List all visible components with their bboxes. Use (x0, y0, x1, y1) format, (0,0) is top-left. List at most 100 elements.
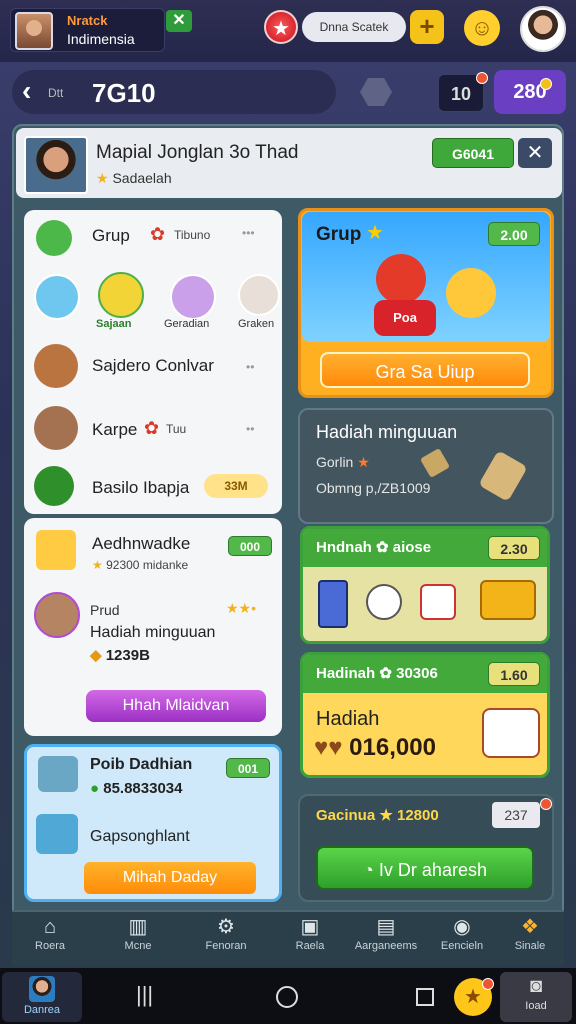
stars-icon: ★★• (226, 600, 257, 616)
hearts-icon: ♥♥ (314, 734, 343, 761)
emoji-icon[interactable]: ☺ (464, 10, 500, 46)
coins-button[interactable]: 280 (494, 70, 566, 114)
profile-mini-button[interactable]: Danrea (2, 972, 82, 1022)
trophy-icon (36, 530, 76, 570)
bonus-button[interactable]: ◔ Iv Dr aharesh (316, 846, 534, 890)
header-subtitle: ★ Sadaelah (96, 170, 172, 186)
avatar-geradian[interactable] (170, 274, 216, 320)
star-icon: ★ (92, 558, 103, 572)
gem-icon: ◆ (90, 647, 102, 664)
recent-apps-icon[interactable]: ||| (136, 982, 153, 1008)
coin-icon (540, 78, 552, 90)
profile-region: Indimensia (67, 31, 135, 47)
star-icon: ★ (357, 454, 370, 470)
prize-button[interactable]: Mihah Daday (84, 862, 256, 894)
avatar-label-1: Sajaan (96, 318, 132, 330)
chest-icon (38, 756, 78, 792)
level-value: 7G10 (92, 78, 156, 108)
player-name-3: Basilo Ibapja (92, 478, 190, 497)
tab-aarganeems[interactable]: ▤ Aarganeems (346, 914, 426, 964)
prize-text: Gapsonghlant (90, 828, 190, 845)
back-arrow-icon[interactable]: ‹ (22, 76, 31, 106)
chart-icon: ▣ (300, 916, 320, 938)
header-title: Mapial Jonglan 3o Thad (96, 142, 299, 163)
close-button[interactable]: ✕ (518, 138, 552, 168)
weekly-line-2: Obmng p,/ZB1009 (316, 480, 431, 496)
player-tag-2: Tuu (166, 422, 187, 436)
star-badge-icon[interactable]: ★ (264, 10, 298, 44)
group-icon (36, 220, 72, 256)
phone-icon (318, 580, 348, 628)
flower-icon: ✿ (144, 418, 160, 438)
prize-amount: ● 85.8833034 (90, 780, 183, 797)
player-value-3: 33M (204, 474, 268, 498)
star-icon: ★ (366, 222, 384, 244)
load-button[interactable]: ◙ Ioad (500, 972, 572, 1022)
player-name-1: Sajdero Conlvar (92, 356, 214, 375)
card2-text: Hadiah minguuan (90, 624, 216, 641)
avatar-book[interactable] (34, 274, 80, 320)
reward-2-title: Hadinah ✿ 30306 (316, 665, 438, 682)
gear-icon: ⚙ (217, 916, 235, 938)
add-button[interactable]: + (410, 10, 444, 44)
achievement-title: Aedhnwadke (92, 534, 191, 553)
clock-icon: ◔ (363, 860, 374, 880)
profile-avatar (15, 12, 53, 50)
search-pill[interactable]: Dnna Scatek (302, 12, 406, 42)
more-icon[interactable]: ••• (242, 226, 255, 240)
character-shirt: Poa (374, 300, 436, 336)
treasure-icon (480, 580, 536, 620)
claim-button[interactable]: Hhah Mlaidvan (86, 690, 266, 722)
gift-icon (36, 814, 78, 854)
weekly-line-1: Gorlin ★ (316, 454, 370, 470)
player-avatar-2[interactable] (34, 406, 78, 450)
header-score-button[interactable]: G6041 (432, 138, 514, 168)
card2-amount: ◆ 1239B (90, 647, 150, 664)
prize-value: 001 (226, 758, 270, 778)
overview-square-icon[interactable] (416, 988, 434, 1006)
tab-roera[interactable]: ⌂ Roera (10, 914, 90, 964)
group-tag: Tibuno (174, 228, 211, 242)
settings-hex-icon[interactable] (360, 78, 392, 106)
reward-1-title: Hndnah ✿ aiose (316, 539, 432, 556)
scroll-reward-icon (482, 708, 540, 758)
achievement-sub: ★ 92300 midanke (92, 558, 189, 572)
bonus-title: Gacinua ★ 12800 (316, 807, 439, 824)
weekly-title: Hadiah minguuan (316, 422, 458, 442)
player-avatar-3[interactable] (34, 466, 74, 506)
tab-fenoran[interactable]: ⚙ Fenoran (186, 914, 266, 964)
trophy-icon: ▤ (376, 916, 396, 938)
tab-raela[interactable]: ▣ Raela (270, 914, 350, 964)
group-join-button[interactable]: Gra Sa Uiup (320, 352, 530, 388)
notification-dot-icon (482, 978, 494, 990)
more-icon[interactable]: •• (246, 360, 254, 374)
character-yellow-icon (446, 268, 496, 318)
coin-icon: ● (90, 780, 100, 797)
avatar-graken[interactable] (238, 274, 280, 316)
star-icon: ★ (96, 170, 109, 186)
reward-2-value: 1.60 (488, 662, 540, 686)
group-title: Grup (92, 226, 130, 245)
player-avatar-4[interactable] (34, 592, 80, 638)
star-icon: ★ (379, 807, 393, 824)
group-score: 2.00 (488, 222, 540, 246)
avatar-sajaan[interactable] (98, 272, 144, 318)
tab-sinale[interactable]: ❖ Sinale (490, 914, 570, 964)
avatar (29, 976, 55, 1002)
glove-icon (366, 584, 402, 620)
notification-dot-icon (540, 798, 552, 810)
reward-2-label: Hadiah (316, 708, 380, 730)
close-profile-button[interactable]: ✕ (166, 10, 192, 32)
user-avatar[interactable] (520, 6, 566, 52)
tab-mcne[interactable]: ▥ Mcne (98, 914, 178, 964)
more-icon[interactable]: •• (246, 422, 254, 436)
achievement-value: 000 (228, 536, 272, 556)
gift-box-icon (420, 584, 456, 620)
player-avatar-1[interactable] (34, 344, 78, 388)
bonus-value: 237 (492, 802, 540, 828)
avatar-label-2: Geradian (164, 318, 210, 330)
home-circle-icon[interactable] (276, 986, 298, 1008)
profile-chip[interactable]: Nratck Indimensia (10, 8, 165, 52)
avatar-label-3: Graken (238, 318, 275, 330)
character-red-icon (376, 254, 426, 304)
